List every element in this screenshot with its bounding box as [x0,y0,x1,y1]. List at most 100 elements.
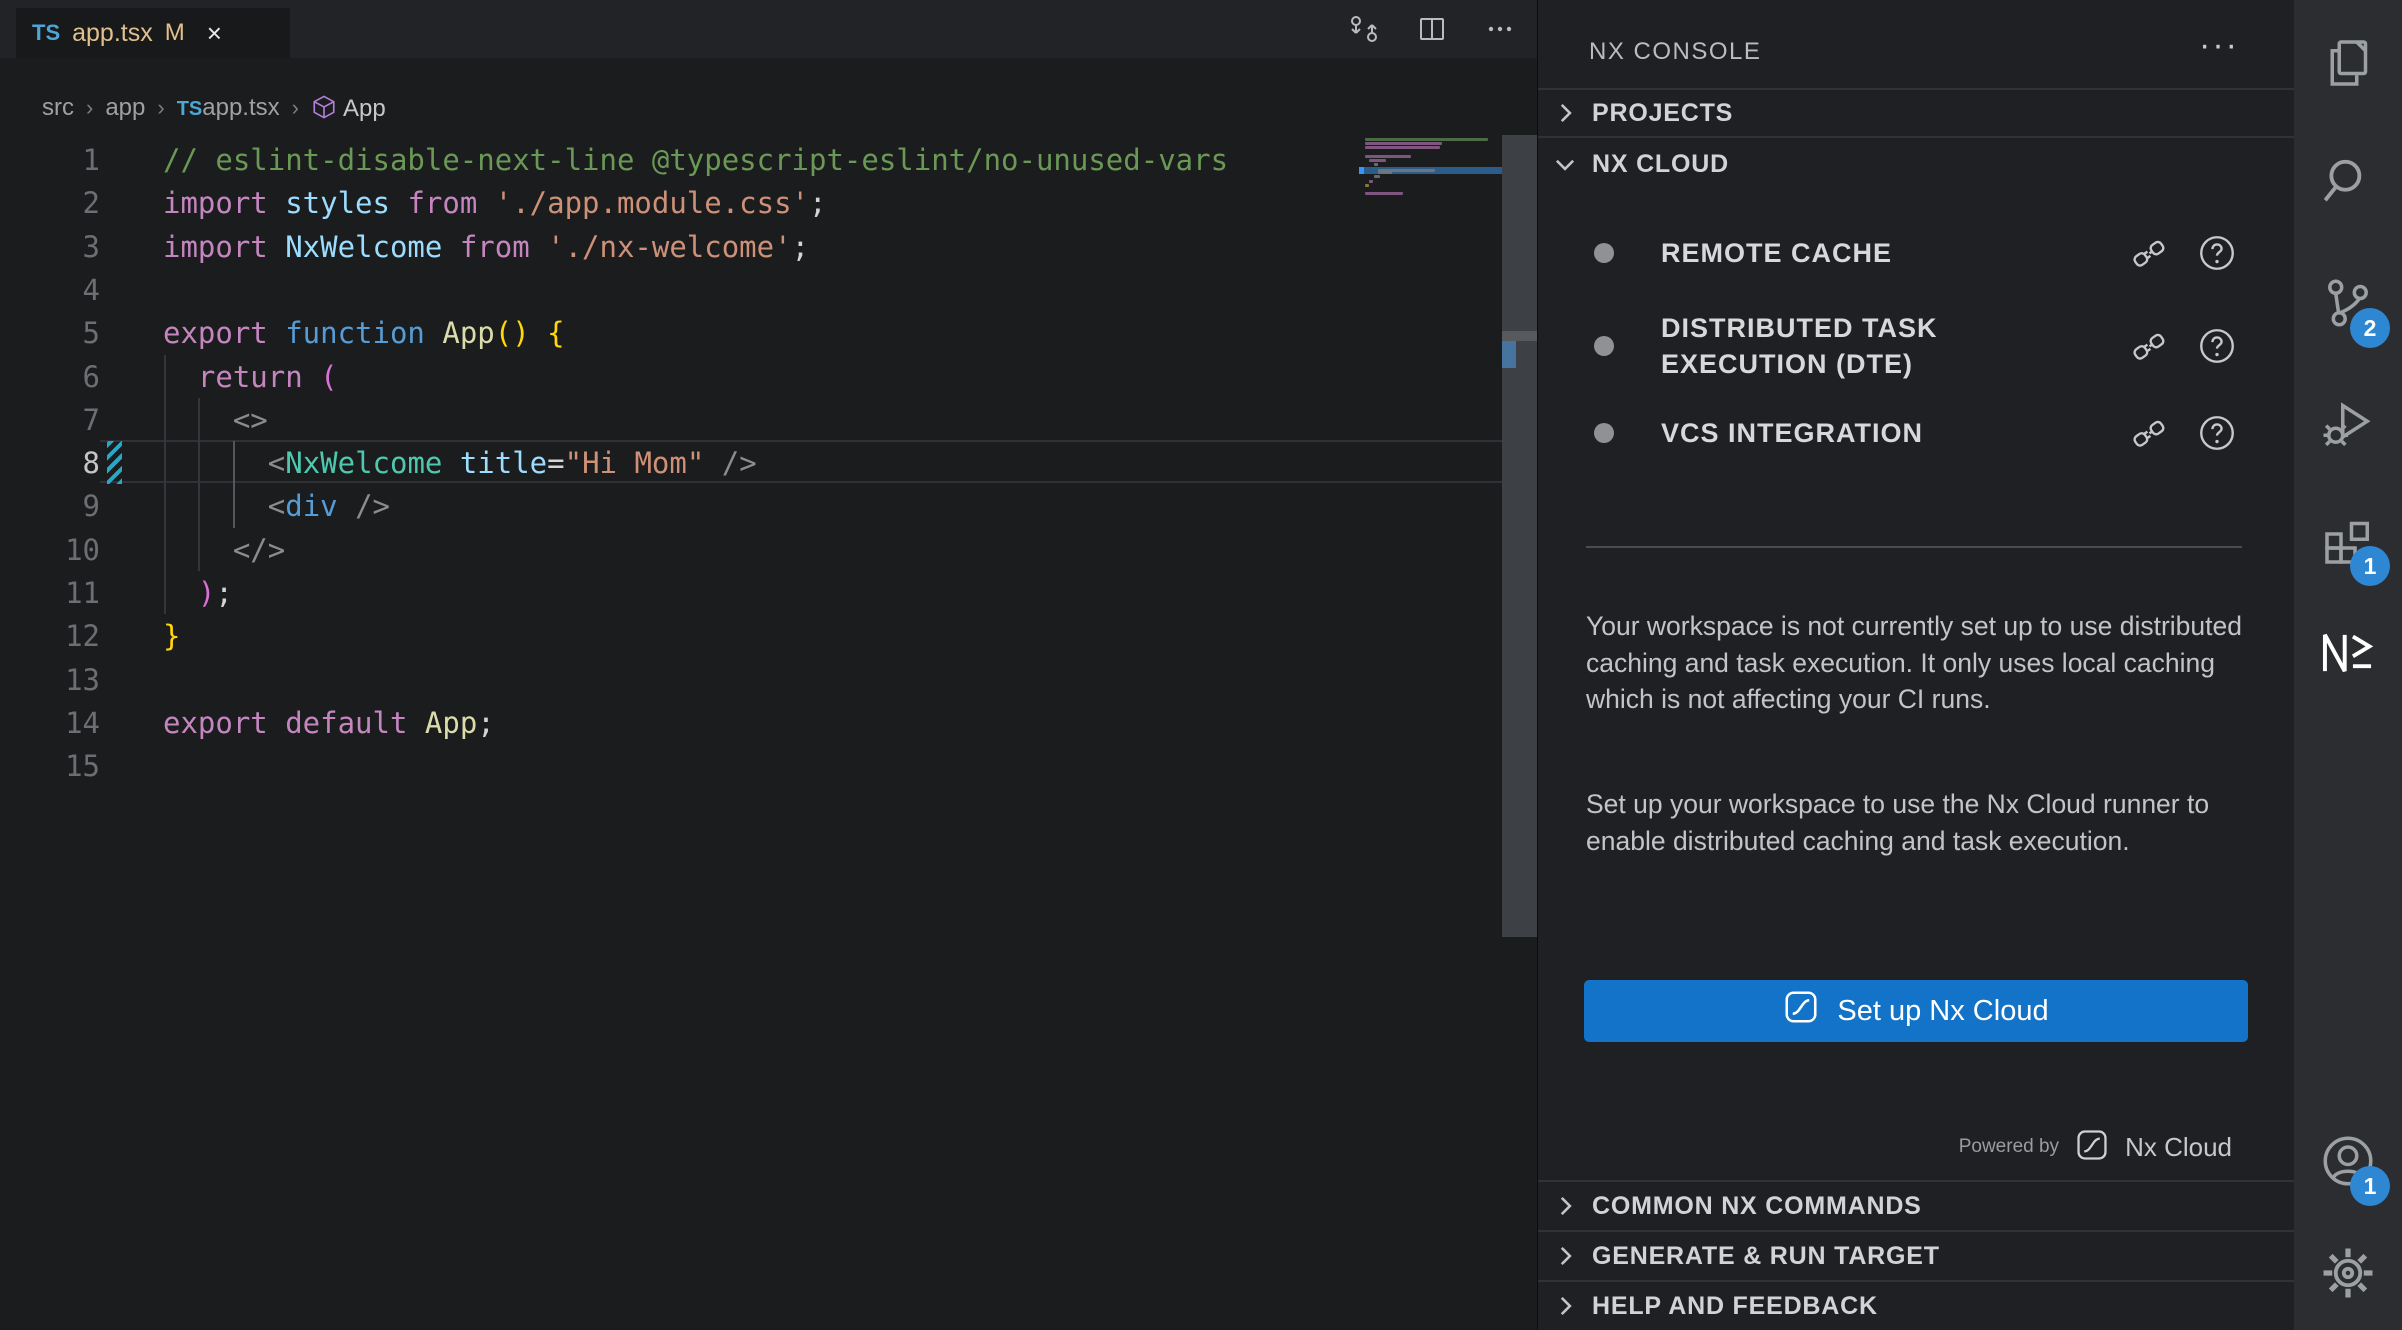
minimap-line [1365,192,1403,195]
settings-gear-icon[interactable] [2294,1218,2402,1328]
code-line-3: import NxWelcome from './nx-welcome'; [163,225,809,269]
feature-row-vcs: VCS INTEGRATION [1538,408,2294,458]
sidebar-more-actions-icon[interactable]: ··· [2199,26,2239,65]
code-editor[interactable]: 1 // eslint-disable-next-line @typescript… [0,130,1537,1330]
divider [1586,546,2242,548]
setup-nx-cloud-button-label: Set up Nx Cloud [1837,995,2048,1028]
connect-plug-icon[interactable] [2129,325,2171,367]
minimap-line [1369,180,1373,183]
run-debug-icon[interactable] [2294,368,2402,478]
line-number: 13 [0,658,100,702]
code-line-12: } [163,614,180,658]
line-number: 5 [0,311,100,355]
nx-cloud-logo-icon [2075,1128,2109,1167]
ts-file-icon: TS [32,20,60,46]
line-number: 2 [0,181,100,225]
search-icon[interactable] [2294,126,2402,236]
files-icon[interactable] [2294,8,2402,118]
connect-plug-icon[interactable] [2129,232,2171,274]
editor-actions [1347,0,1517,58]
line-number: 15 [0,744,100,788]
minimap-line [1365,138,1488,141]
tab-strip: TS app.tsx M × [0,0,1537,58]
code-line-6: return ( [163,355,338,399]
badge-count: 1 [2350,546,2390,586]
section-help-and-feedback[interactable]: HELP AND FEEDBACK [1538,1280,2294,1330]
section-label: COMMON NX COMMANDS [1592,1192,1922,1221]
minimap-modified-marker [1359,167,1364,174]
nx-console-icon[interactable] [2294,598,2402,708]
line-number: 14 [0,701,100,745]
chevron-right-icon [1552,100,1578,126]
nx-cloud-logo-icon [1783,989,1819,1033]
tab-modified-indicator: M [165,19,185,47]
activity-bar: 2 1 1 [2294,0,2402,1330]
code-line-7: <> [163,398,268,442]
gutter-modified-marker [107,441,122,484]
compare-changes-icon[interactable] [1347,12,1381,46]
status-bullet [1594,423,1614,443]
vscode-window: TS app.tsx M × src›app›TSapp.tsx›App 1//… [0,0,2402,1330]
status-bullet [1594,336,1614,356]
connect-plug-icon[interactable] [2129,412,2171,454]
code-line-10: </> [163,528,285,572]
setup-instruction-text: Set up your workspace to use the Nx Clou… [1586,786,2246,859]
chevron-right-icon [1552,1193,1578,1219]
code-line-2: import styles from './app.module.css'; [163,181,827,225]
line-number: 1 [0,138,100,182]
account-icon[interactable]: 1 [2294,1106,2402,1216]
code-line-1: // eslint-disable-next-line @typescript-… [163,138,1228,182]
chevron-down-icon [1552,151,1578,177]
minimap-line [1374,175,1380,178]
breadcrumb-item-app[interactable]: App [307,94,390,123]
help-icon[interactable] [2196,412,2238,454]
badge-count: 1 [2350,1166,2390,1206]
tab-filename: app.tsx [72,19,153,48]
breadcrumb-separator: › [288,95,303,121]
badge-count: 2 [2350,308,2390,348]
powered-by-label: Powered by [1959,1136,2059,1158]
more-actions-icon[interactable] [1483,12,1517,46]
code-line-9: <div /> [163,484,390,528]
powered-by-brand: Nx Cloud [2125,1132,2232,1163]
line-number: 3 [0,225,100,269]
split-editor-icon[interactable] [1415,12,1449,46]
section-common-nx-commands[interactable]: COMMON NX COMMANDS [1538,1180,2294,1230]
minimap-line [1369,159,1385,162]
minimap-line [1374,163,1378,166]
breadcrumb-item-app[interactable]: app [101,94,149,122]
extensions-icon[interactable]: 1 [2294,486,2402,596]
code-line-14: export default App; [163,701,495,745]
setup-nx-cloud-button[interactable]: Set up Nx Cloud [1584,980,2248,1042]
minimap[interactable] [1365,138,1502,208]
section-projects[interactable]: PROJECTS [1538,88,2294,136]
help-icon[interactable] [2196,325,2238,367]
feature-label: DISTRIBUTED TASK EXECUTION (DTE) [1661,310,2101,382]
editor-scrollbar[interactable] [1502,135,1537,937]
section-nx-cloud[interactable]: NX CLOUD [1538,136,2294,190]
section-label: GENERATE & RUN TARGET [1592,1242,1940,1271]
breadcrumb: src›app›TSapp.tsx›App [38,88,390,128]
source-control-icon[interactable]: 2 [2294,248,2402,358]
breadcrumb-item-src[interactable]: src [38,94,78,122]
code-line-8: <NxWelcome title="Hi Mom" /> [163,441,757,485]
section-generate-run-target[interactable]: GENERATE & RUN TARGET [1538,1230,2294,1280]
line-number: 12 [0,614,100,658]
section-projects-label: PROJECTS [1592,99,1733,128]
minimap-line [1365,184,1369,187]
help-icon[interactable] [2196,232,2238,274]
tab-app-tsx[interactable]: TS app.tsx M × [16,8,290,58]
section-label: HELP AND FEEDBACK [1592,1292,1878,1321]
feature-row-remote: REMOTE CACHE [1538,228,2294,278]
minimap-line [1365,155,1411,158]
code-line-5: export function App() { [163,311,565,355]
breadcrumb-item-app-tsx[interactable]: TSapp.tsx [173,94,284,122]
line-number: 10 [0,528,100,572]
overview-ruler-modified-marker [1502,341,1516,368]
line-number: 9 [0,484,100,528]
tab-close-icon[interactable]: × [207,18,222,49]
feature-row-distributed: DISTRIBUTED TASK EXECUTION (DTE) [1538,303,2294,389]
line-number: 4 [0,268,100,312]
minimap-line [1365,146,1440,149]
minimap-line [1365,142,1442,145]
